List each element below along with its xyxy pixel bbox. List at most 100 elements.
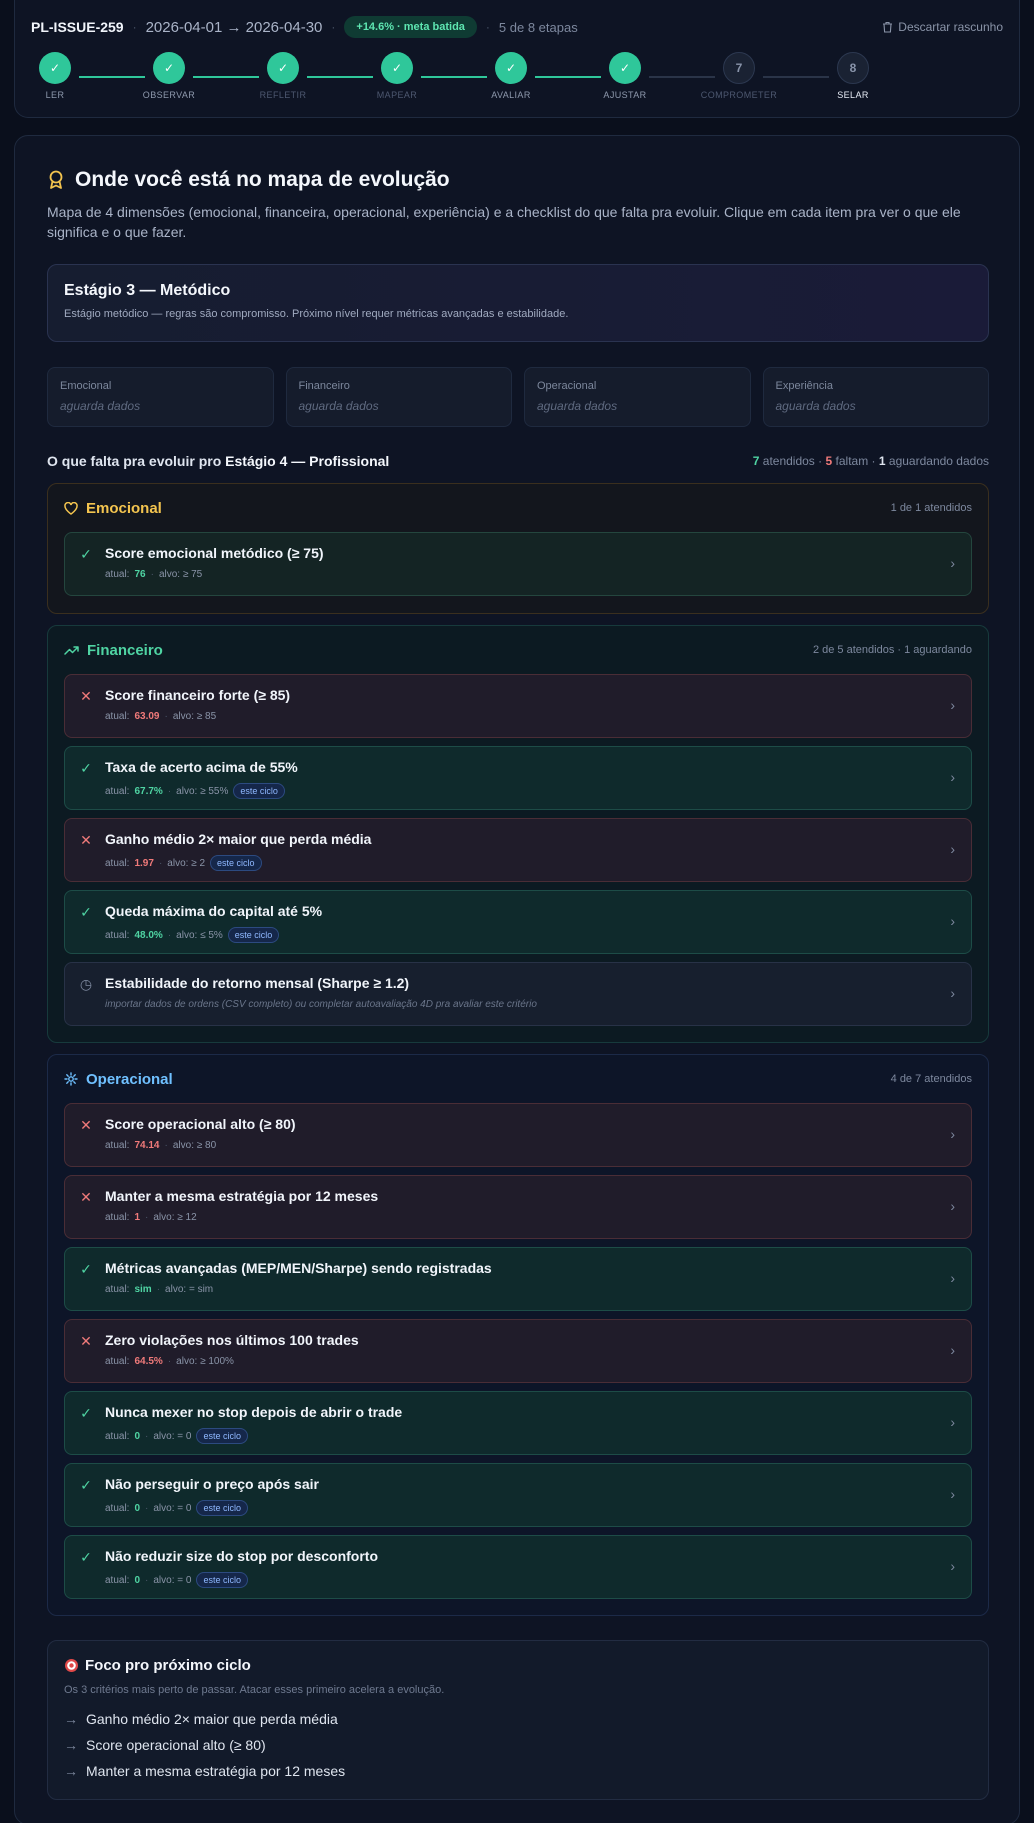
separator-dot: · [164, 711, 168, 722]
target-value: alvo: ≥ 75 [158, 569, 203, 580]
group-emocional: Emocional 1 de 1 atendidos ✓ Score emocio… [47, 483, 989, 614]
cycle-tag: este ciclo [196, 1572, 248, 1588]
requirement-item[interactable]: ✓ Métricas avançadas (MEP/MEN/Sharpe) sen… [64, 1247, 972, 1311]
separator-dot: · [331, 20, 336, 34]
x-icon: ✕ [80, 1116, 92, 1133]
stage-description: Estágio metódico — regras são compromiss… [64, 308, 569, 320]
current-value: 64.5% [134, 1356, 163, 1367]
focus-item[interactable]: → Ganho médio 2× maior que perda média [64, 1706, 972, 1732]
check-icon: ✓ [267, 52, 299, 84]
requirement-item[interactable]: ✓ Taxa de acerto acima de 55% atual: 67.7% ·… [64, 746, 972, 810]
requirement-item[interactable]: ◷ Estabilidade do retorno mensal (Sharpe … [64, 962, 972, 1026]
requirement-item[interactable]: ✓ Queda máxima do capital até 5% atual: 48.… [64, 890, 972, 954]
step-ler[interactable]: ✓ LER [15, 52, 95, 100]
requirement-meta: atual: 0 · alvo: = 0 este ciclo [105, 1428, 248, 1444]
arrow-right-icon: → [64, 1711, 78, 1727]
requirement-meta: atual: 1.97 · alvo: ≥ 2 este ciclo [105, 855, 262, 871]
requirements-stats: 7 atendidos · 5 faltam · 1 aguardando da… [752, 454, 989, 468]
chevron-right-icon: › [950, 1558, 955, 1574]
requirement-meta: atual: sim · alvo: = sim [105, 1284, 213, 1295]
step-ajustar[interactable]: ✓ AJUSTAR [585, 52, 665, 100]
discard-draft-button[interactable]: Descartar rascunho [882, 20, 1003, 34]
met-count: 7 [752, 454, 760, 468]
x-icon: ✕ [80, 687, 92, 704]
requirement-item[interactable]: ✓ Não reduzir size do stop por desconfort… [64, 1535, 972, 1599]
dimension-name: Emocional [60, 380, 112, 392]
requirement-title: Nunca mexer no stop depois de abrir o tr… [105, 1404, 403, 1420]
stage-title: Estágio 3 — Metódico [64, 282, 231, 299]
step-mapear[interactable]: ✓ MAPEAR [357, 52, 437, 100]
cycle-tag: este ciclo [210, 855, 262, 871]
check-icon: ✓ [80, 1476, 92, 1493]
dimension-value: aguarda dados [60, 399, 141, 413]
separator-dot: · [485, 20, 490, 34]
requirement-title: Métricas avançadas (MEP/MEN/Sharpe) send… [105, 1260, 492, 1276]
requirement-title: Score operacional alto (≥ 80) [105, 1116, 296, 1132]
chevron-right-icon: › [950, 1198, 955, 1214]
missing-count: 5 [825, 454, 833, 468]
separator-dot: · [156, 1284, 161, 1295]
chevron-right-icon: › [950, 1126, 955, 1142]
target-value: alvo: ≥ 12 [153, 1212, 197, 1223]
step-observar[interactable]: ✓ OBSERVAR [129, 52, 209, 100]
chevron-right-icon: › [950, 841, 955, 857]
step-comprometer[interactable]: 7 COMPROMETER [699, 52, 779, 100]
requirement-note: importar dados de ordens (CSV completo) … [105, 999, 537, 1010]
requirement-title: Não reduzir size do stop por desconforto [105, 1548, 379, 1564]
requirement-item[interactable]: ✕ Score financeiro forte (≥ 85) atual: 63.0… [64, 674, 972, 738]
requirement-item[interactable]: ✓ Nunca mexer no stop depois de abrir o t… [64, 1391, 972, 1455]
current-stage: Estágio 3 — Metódico Estágio metódico — … [47, 264, 989, 342]
requirement-item[interactable]: ✕ Score operacional alto (≥ 80) atual: 74.1… [64, 1103, 972, 1167]
current-value: sim [134, 1284, 152, 1295]
target-value: alvo: ≥ 55% [176, 785, 229, 797]
chevron-right-icon: › [950, 1342, 955, 1358]
group-header: Financeiro 2 de 5 atendidos · 1 aguardan… [64, 640, 972, 660]
next-cycle-focus: Foco pro próximo ciclo Os 3 critérios ma… [47, 1640, 989, 1800]
requirements-title: O que falta pra evoluir pro Estágio 4 — … [47, 453, 389, 469]
requirement-item[interactable]: ✕ Zero violações nos últimos 100 trades at… [64, 1319, 972, 1383]
chevron-right-icon: › [950, 1486, 955, 1502]
period-range: 2026-04-01 → 2026-04-30 [145, 18, 323, 36]
requirement-item[interactable]: ✕ Manter a mesma estratégia por 12 meses a… [64, 1175, 972, 1239]
group-financeiro: Financeiro 2 de 5 atendidos · 1 aguardan… [47, 625, 989, 1043]
page-subtitle: Mapa de 4 dimensões (emocional, financei… [47, 204, 961, 240]
dimension-card-financeiro: Financeiro aguarda dados [285, 367, 512, 427]
requirement-item[interactable]: ✓ Score emocional metódico (≥ 75) atual: 76… [64, 532, 972, 596]
requirement-meta: atual: 67.7% · alvo: ≥ 55% este ciclo [105, 783, 285, 799]
requirement-title: Score financeiro forte (≥ 85) [105, 687, 291, 703]
requirement-title: Score emocional metódico (≥ 75) [105, 545, 324, 561]
step-label: AJUSTAR [603, 90, 647, 100]
step-label: LER [45, 90, 65, 100]
focus-list: → Ganho médio 2× maior que perda média → S… [64, 1706, 972, 1784]
step-label: MAPEAR [376, 90, 418, 100]
dimension-card-emocional: Emocional aguarda dados [47, 367, 274, 427]
group-count: 4 de 7 atendidos [890, 1073, 972, 1085]
step-label: REFLETIR [259, 90, 307, 100]
x-icon: ✕ [80, 1332, 92, 1349]
check-icon: ✓ [80, 759, 92, 776]
step-selar[interactable]: 8 SELAR [813, 52, 893, 100]
requirement-item[interactable]: ✓ Não perseguir o preço após sair atual: 0 ·… [64, 1463, 972, 1527]
chevron-right-icon: › [950, 555, 955, 571]
requirement-title: Ganho médio 2× maior que perda média [105, 831, 372, 847]
separator-dot: · [145, 1212, 149, 1223]
cycle-tag: este ciclo [227, 927, 280, 943]
focus-item[interactable]: → Score operacional alto (≥ 80) [64, 1732, 972, 1758]
step-refletir[interactable]: ✓ REFLETIR [243, 52, 323, 100]
trash-icon [883, 21, 893, 33]
dimension-value: aguarda dados [298, 399, 379, 413]
requirement-title: Não perseguir o preço após sair [105, 1476, 319, 1492]
dimension-card-experiencia: Experiência aguarda dados [762, 367, 989, 427]
group-header: Operacional 4 de 7 atendidos [64, 1069, 972, 1089]
gear-icon [64, 1072, 78, 1086]
focus-item[interactable]: → Manter a mesma estratégia por 12 meses [64, 1758, 972, 1784]
requirement-item[interactable]: ✕ Ganho médio 2× maior que perda média atu… [64, 818, 972, 882]
focus-item-text: Manter a mesma estratégia por 12 meses [86, 1763, 346, 1779]
current-label: atual: [105, 1574, 130, 1586]
dimension-name: Operacional [537, 380, 597, 392]
target-value: alvo: = sim [165, 1284, 214, 1295]
step-avaliar[interactable]: ✓ AVALIAR [471, 52, 551, 100]
step-label: OBSERVAR [142, 90, 196, 100]
requirement-meta: atual: 0 · alvo: = 0 este ciclo [105, 1572, 248, 1588]
dimension-value: aguarda dados [537, 399, 618, 413]
